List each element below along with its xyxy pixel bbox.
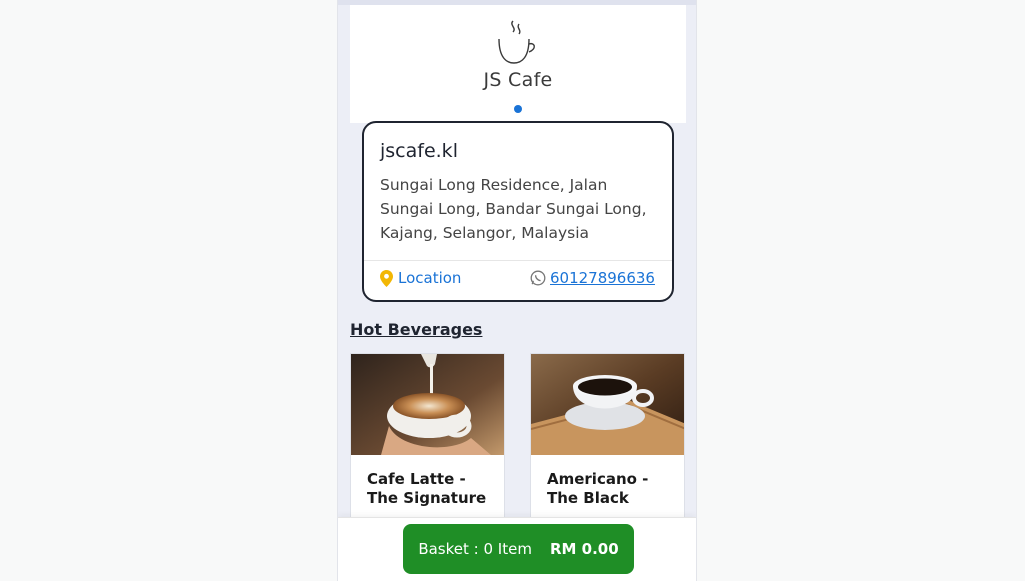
logo: JS Cafe [350,19,686,91]
basket-count: Basket : 0 Item [418,540,532,558]
divider [364,260,672,261]
location-link[interactable]: Location [380,269,461,287]
store-info-card: jscafe.kl Sungai Long Residence, Jalan S… [362,121,674,302]
basket-total: RM 0.00 [549,540,619,558]
banner-carousel[interactable]: JS Cafe [350,5,686,123]
location-label: Location [398,269,462,287]
coffee-cup-icon [498,20,535,64]
product-name: Americano - The Black [547,470,649,507]
store-handle: jscafe.kl [380,140,458,162]
product-name: Cafe Latte - The Signature [367,470,487,507]
section-title[interactable]: Hot Beverages [350,320,482,339]
footer-bar: Basket : 0 Item RM 0.00 [338,517,696,581]
phone-contact[interactable]: 60127896636 [530,269,655,287]
basket-button[interactable]: Basket : 0 Item RM 0.00 [403,524,634,574]
product-image-americano [531,354,684,455]
product-image-latte [351,354,504,455]
carousel-indicator-dot[interactable] [514,105,522,113]
whatsapp-icon [530,270,546,286]
phone-number-link[interactable]: 60127896636 [550,269,655,287]
map-pin-icon [380,269,393,287]
app-container: JS Cafe jscafe.kl Sungai Long Residence,… [337,0,697,581]
brand-name: JS Cafe [483,69,553,91]
store-address: Sungai Long Residence, Jalan Sungai Long… [380,176,647,242]
